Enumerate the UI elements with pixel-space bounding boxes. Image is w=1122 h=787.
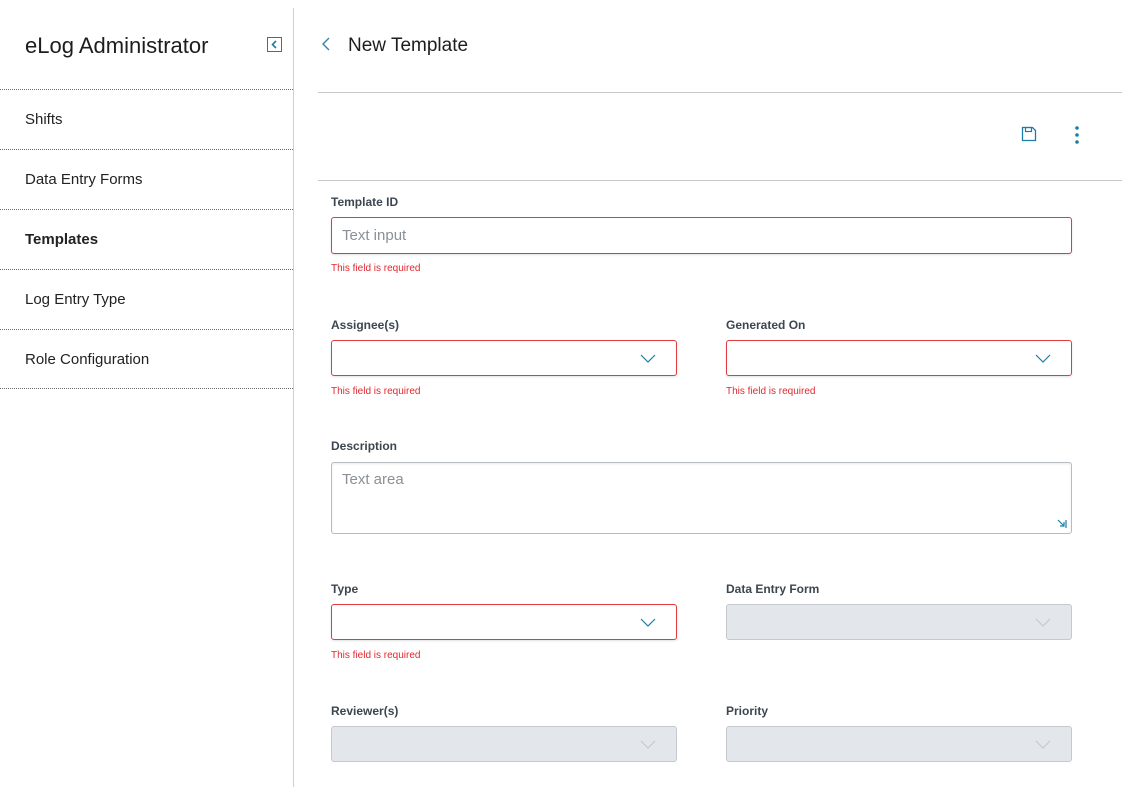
sidebar-item-label: Log Entry Type	[25, 291, 126, 308]
reviewers-select[interactable]	[331, 726, 677, 762]
chevron-down-icon	[1035, 354, 1051, 363]
data-entry-form-label: Data Entry Form	[726, 582, 820, 596]
template-id-label: Template ID	[331, 195, 399, 209]
sidebar: eLog Administrator Shifts Data Entry For…	[0, 0, 293, 787]
description-placeholder: Text area	[342, 471, 404, 488]
generated-on-label: Generated On	[726, 318, 806, 332]
reviewers-label: Reviewer(s)	[331, 704, 399, 718]
template-id-placeholder: Text input	[342, 227, 407, 244]
chevron-down-icon	[640, 618, 656, 627]
data-entry-form-select[interactable]	[726, 604, 1072, 640]
sidebar-item-label: Shifts	[25, 111, 63, 128]
assignees-error: This field is required	[331, 386, 421, 397]
sidebar-nav: Shifts Data Entry Forms Templates Log En…	[0, 89, 293, 389]
save-icon[interactable]	[1021, 126, 1037, 142]
chevron-down-icon	[640, 354, 656, 363]
sidebar-item-data-entry-forms[interactable]: Data Entry Forms	[0, 149, 293, 209]
priority-label: Priority	[726, 704, 769, 718]
generated-on-select[interactable]	[726, 340, 1072, 376]
generated-on-error: This field is required	[726, 386, 816, 397]
template-id-input[interactable]: Text input	[331, 217, 1072, 254]
template-id-error: This field is required	[331, 263, 421, 274]
type-error: This field is required	[331, 650, 421, 661]
header-divider	[318, 92, 1122, 93]
assignees-label: Assignee(s)	[331, 318, 400, 332]
sidebar-item-label: Data Entry Forms	[25, 171, 143, 188]
sidebar-title: eLog Administrator	[25, 33, 209, 58]
sidebar-item-label: Templates	[25, 231, 99, 248]
resize-handle-icon[interactable]	[1057, 519, 1067, 529]
chevron-down-icon	[640, 740, 656, 749]
chevron-down-icon	[1035, 618, 1051, 627]
sidebar-item-shifts[interactable]: Shifts	[0, 89, 293, 149]
toolbar-divider	[318, 180, 1122, 181]
collapse-sidebar-icon	[271, 40, 277, 49]
priority-select[interactable]	[726, 726, 1072, 762]
collapse-sidebar-button[interactable]	[267, 37, 282, 52]
sidebar-item-templates[interactable]: Templates	[0, 209, 293, 269]
more-vertical-icon[interactable]	[1075, 126, 1079, 144]
chevron-down-icon	[1035, 740, 1051, 749]
type-label: Type	[331, 582, 359, 596]
main-panel: New Template Template ID Text input This…	[294, 0, 1122, 787]
description-label: Description	[331, 439, 398, 453]
assignees-select[interactable]	[331, 340, 677, 376]
back-chevron-icon[interactable]	[320, 36, 332, 52]
description-textarea[interactable]: Text area	[331, 462, 1072, 534]
sidebar-item-role-configuration[interactable]: Role Configuration	[0, 329, 293, 389]
type-select[interactable]	[331, 604, 677, 640]
page-title: New Template	[348, 35, 469, 56]
sidebar-item-label: Role Configuration	[25, 350, 150, 368]
sidebar-item-log-entry-type[interactable]: Log Entry Type	[0, 269, 293, 329]
